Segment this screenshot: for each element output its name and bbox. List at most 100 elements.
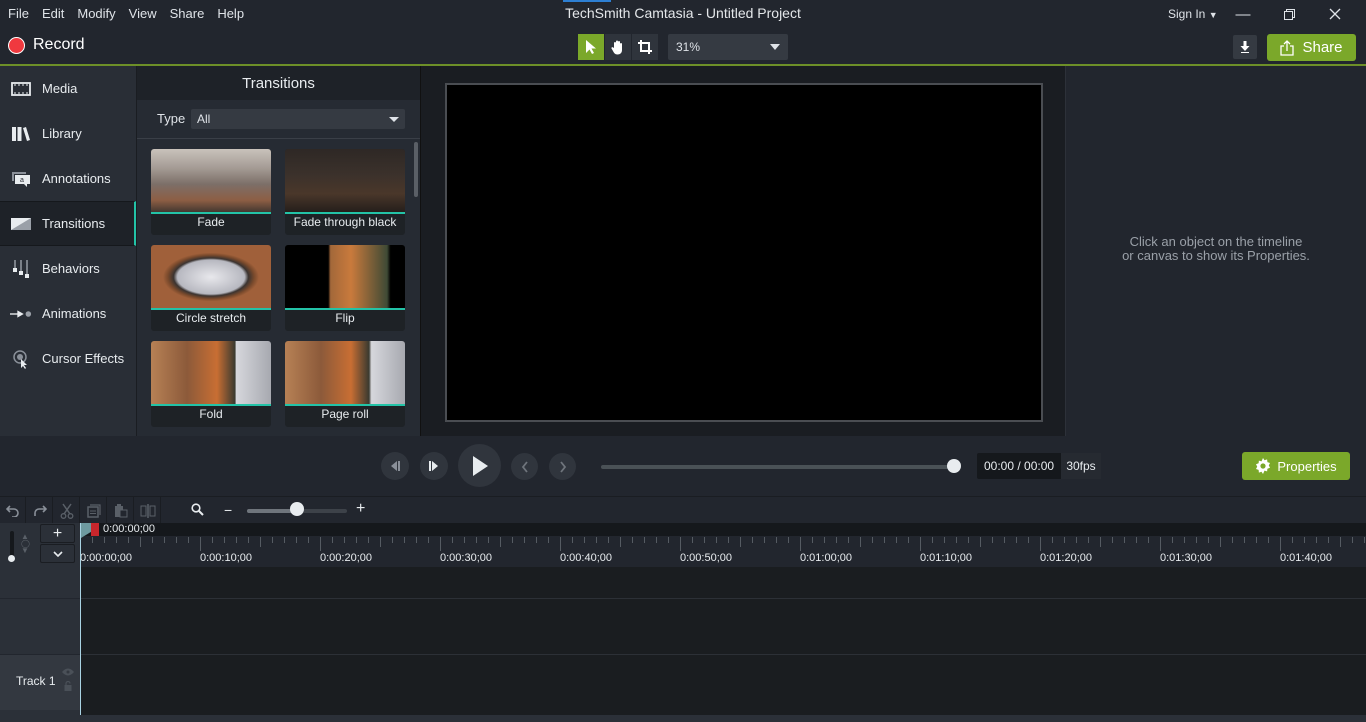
ruler-tick [440,537,441,551]
sidebar-item-behaviors[interactable]: Behaviors [0,246,136,291]
scrub-handle[interactable] [947,459,961,473]
ruler-label: 0:01:10;00 [920,552,972,564]
menu-edit[interactable]: Edit [42,6,71,21]
zoom-in-button[interactable]: + [356,500,365,518]
sidebar-item-label: Transitions [42,216,106,231]
ruler-tick [428,537,429,543]
fade-through-black-thumbnail [285,149,405,213]
playhead-line[interactable] [80,523,81,715]
lock-icon[interactable] [64,681,72,691]
timeline-zoom-handle[interactable] [290,502,304,516]
ruler-tick [980,537,981,547]
transition-item-circle-stretch[interactable]: Circle stretch [151,245,271,331]
minimize-button[interactable]: — [1220,0,1266,28]
timeline-scrollbar[interactable] [80,715,1366,722]
transition-item-fold[interactable]: Fold [151,341,271,427]
transition-item-fade[interactable]: Fade [151,149,271,235]
menu-view[interactable]: View [129,6,164,21]
sign-in-button[interactable]: Sign In ▼ [1168,7,1218,21]
select-tool[interactable] [578,34,604,60]
paste-icon [114,504,127,518]
playhead-handle[interactable] [91,523,99,536]
ruler-tick [1088,537,1089,543]
time-readout: 00:00 / 00:00 [984,459,1055,473]
record-button[interactable]: Record [8,36,85,54]
scrub-bar[interactable] [601,465,954,469]
ruler-tick [596,537,597,543]
type-label: Type [157,111,186,126]
crop-icon [638,40,652,54]
track-height-handle[interactable] [8,555,15,562]
transition-item-fade-through-black[interactable]: Fade through black [285,149,405,235]
zoom-out-button[interactable]: − [224,502,232,518]
video-canvas[interactable] [445,83,1043,422]
ruler-tick [272,537,273,543]
eye-icon[interactable] [62,668,74,676]
step-back-button[interactable] [381,452,409,480]
sidebar-item-transitions[interactable]: Transitions [0,201,136,246]
properties-button[interactable]: Properties [1242,452,1350,480]
ruler-tick [308,537,309,543]
canvas-area [420,66,1066,436]
ruler-tick [1028,537,1029,543]
ruler-tick [1136,537,1137,543]
share-icon [1280,39,1295,56]
redo-button[interactable] [27,497,53,524]
split-button[interactable] [135,497,161,524]
playhead-strip[interactable] [80,523,1366,536]
download-button[interactable] [1233,35,1257,59]
previous-marker-button[interactable] [511,453,538,480]
sign-in-label: Sign In [1168,7,1206,21]
sidebar-item-library[interactable]: Library [0,111,136,156]
plus-icon: + [52,524,63,542]
ruler-label: 0:01:00;00 [800,552,852,564]
next-marker-button[interactable] [549,453,576,480]
menu-modify[interactable]: Modify [77,6,122,21]
track-zoom-icon: ▲ ◯ ▼ [21,532,30,555]
undo-button[interactable] [0,497,26,524]
sidebar-item-annotations[interactable]: a Annotations [0,156,136,201]
flip-thumbnail [285,245,405,309]
transition-item-page-roll[interactable]: Page roll [285,341,405,427]
play-button[interactable] [458,444,501,487]
pointer-icon [586,40,596,54]
ruler-label: 0:01:30;00 [1160,552,1212,564]
timeline-tracks[interactable] [80,567,1366,715]
sidebar-item-media[interactable]: Media [0,66,136,111]
copy-button[interactable] [81,497,107,524]
paste-button[interactable] [108,497,134,524]
share-button[interactable]: Share [1267,34,1356,61]
page-roll-thumbnail [285,341,405,405]
play-icon [472,455,488,476]
restore-button[interactable] [1266,0,1312,28]
zoom-dropdown[interactable]: 31% [668,34,788,60]
ruler-tick [632,537,633,543]
close-icon [1329,8,1341,20]
step-forward-button[interactable] [420,452,448,480]
add-track-button[interactable]: + [40,524,75,543]
ruler-tick [572,537,573,543]
menu-help[interactable]: Help [217,6,251,21]
ruler-tick [224,537,225,543]
ruler-tick [476,537,477,543]
ruler-tick [692,537,693,543]
fps-readout[interactable]: 30fps [1061,453,1101,479]
ruler-tick [356,537,357,543]
pan-tool[interactable] [605,34,631,60]
ruler-tick [896,537,897,543]
crop-tool[interactable] [632,34,658,60]
ruler-tick [608,537,609,543]
ruler-tick [704,537,705,543]
close-button[interactable] [1312,0,1358,28]
sidebar-item-cursor-effects[interactable]: Cursor Effects [0,336,136,381]
library-icon [10,125,32,143]
menu-file[interactable]: File [8,6,36,21]
menu-share[interactable]: Share [170,6,212,21]
track-1-header[interactable]: Track 1 [0,655,80,710]
track-options-button[interactable] [40,544,75,563]
transition-item-flip[interactable]: Flip [285,245,405,331]
type-dropdown[interactable]: All [191,109,405,129]
sidebar-item-animations[interactable]: Animations [0,291,136,336]
panel-scrollbar[interactable] [414,142,418,197]
cut-button[interactable] [54,497,80,524]
